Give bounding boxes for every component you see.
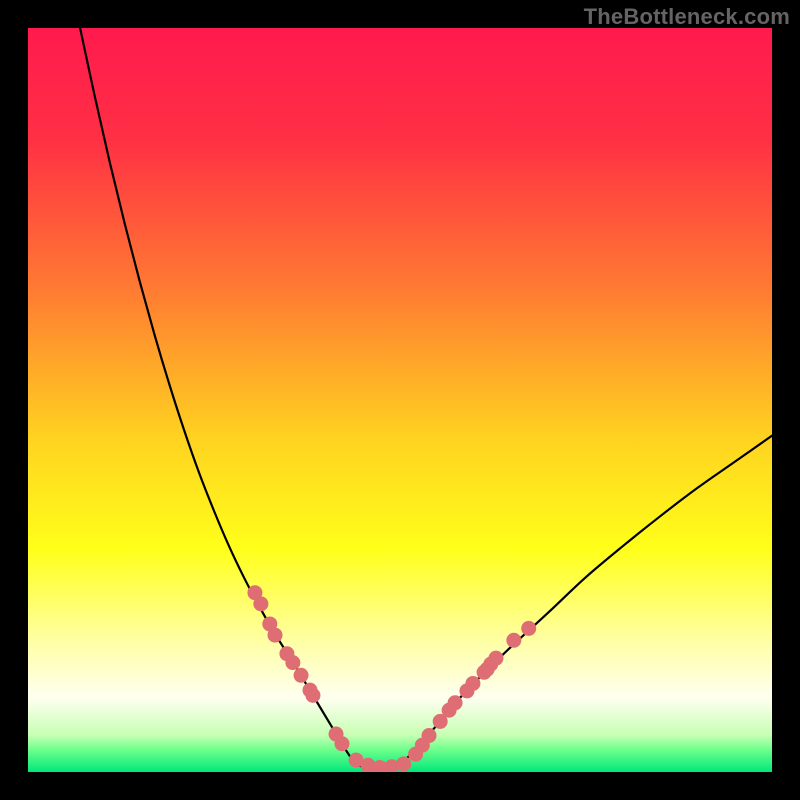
bottleneck-curve	[80, 28, 772, 768]
data-marker	[268, 628, 283, 643]
data-marker	[334, 736, 349, 751]
data-marker	[305, 688, 320, 703]
data-marker	[285, 655, 300, 670]
data-marker	[422, 728, 437, 743]
plot-area	[28, 28, 772, 772]
data-marker	[253, 596, 268, 611]
data-marker	[521, 621, 536, 636]
data-marker	[506, 633, 521, 648]
curve-layer	[28, 28, 772, 772]
watermark-text: TheBottleneck.com	[584, 4, 790, 30]
data-marker	[396, 756, 411, 771]
data-marker	[488, 651, 503, 666]
data-marker	[294, 668, 309, 683]
chart-frame: TheBottleneck.com	[0, 0, 800, 800]
data-marker	[448, 695, 463, 710]
data-marker	[465, 676, 480, 691]
